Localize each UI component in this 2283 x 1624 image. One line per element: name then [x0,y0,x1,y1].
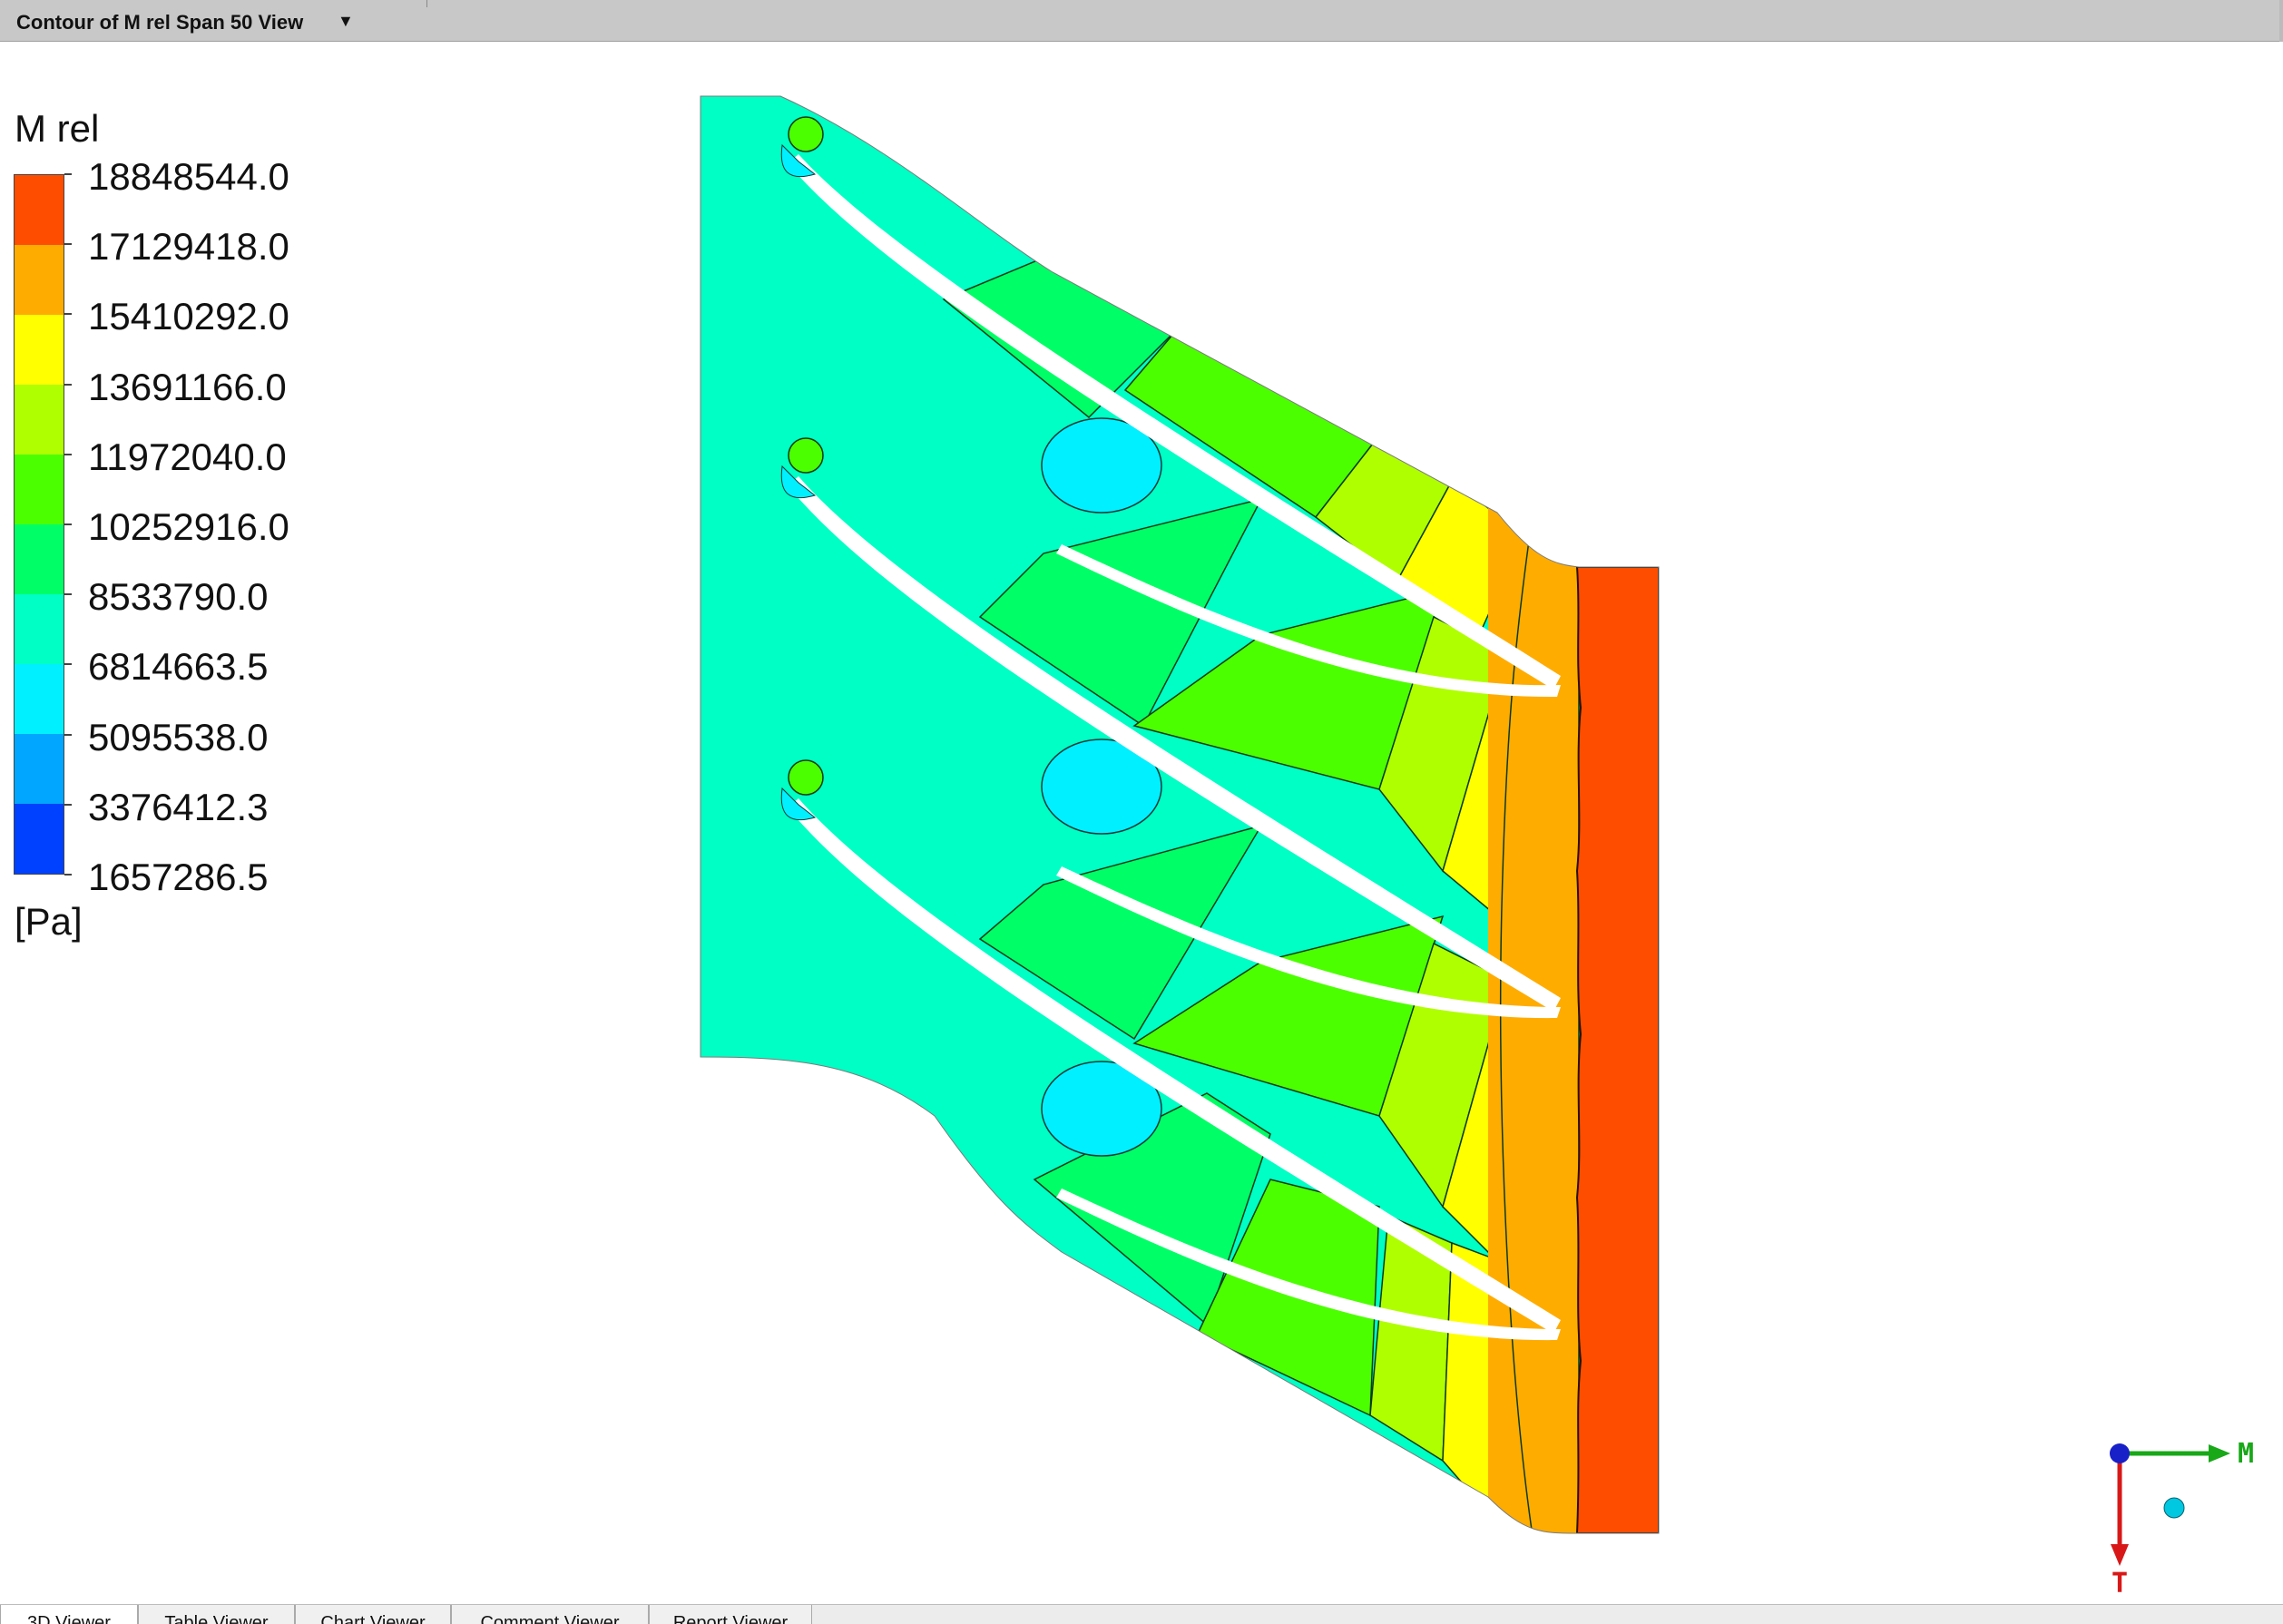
title-bar-edge [2279,0,2283,42]
axis-origin [2110,1443,2130,1463]
vertical-axis-arrow [2111,1544,2129,1566]
3d-viewport[interactable]: M T [0,42,2283,1604]
view-center-marker [2163,1497,2185,1519]
title-bar-divider [426,0,427,7]
horizontal-axis-arrow [2209,1444,2230,1463]
contour-bands [701,96,1659,1533]
horizontal-axis-label: M [2238,1438,2254,1470]
tab-comment-viewer[interactable]: Comment Viewer [451,1605,649,1624]
viewer-tab-bar: 3D Viewer Table Viewer Chart Viewer Comment… [0,1604,2283,1624]
contour-plot: M T [700,95,2254,1600]
view-title: Contour of M rel Span 50 View [16,11,304,34]
view-dropdown-caret-icon[interactable]: ▼ [338,12,354,31]
leading-edge-stagnation [788,759,824,796]
tab-report-viewer[interactable]: Report Viewer [649,1605,812,1624]
leading-edge-stagnation [788,116,824,152]
viewer-title-bar: Contour of M rel Span 50 View ▼ [0,0,2283,42]
vertical-axis-label: T [2112,1568,2128,1600]
band-18848544 [1575,566,1659,1533]
leading-edge-stagnation [788,437,824,474]
tab-3d-viewer[interactable]: 3D Viewer [0,1605,138,1624]
tab-chart-viewer[interactable]: Chart Viewer [295,1605,451,1624]
tab-table-viewer[interactable]: Table Viewer [138,1605,295,1624]
axis-triad: M T [2110,1438,2254,1600]
